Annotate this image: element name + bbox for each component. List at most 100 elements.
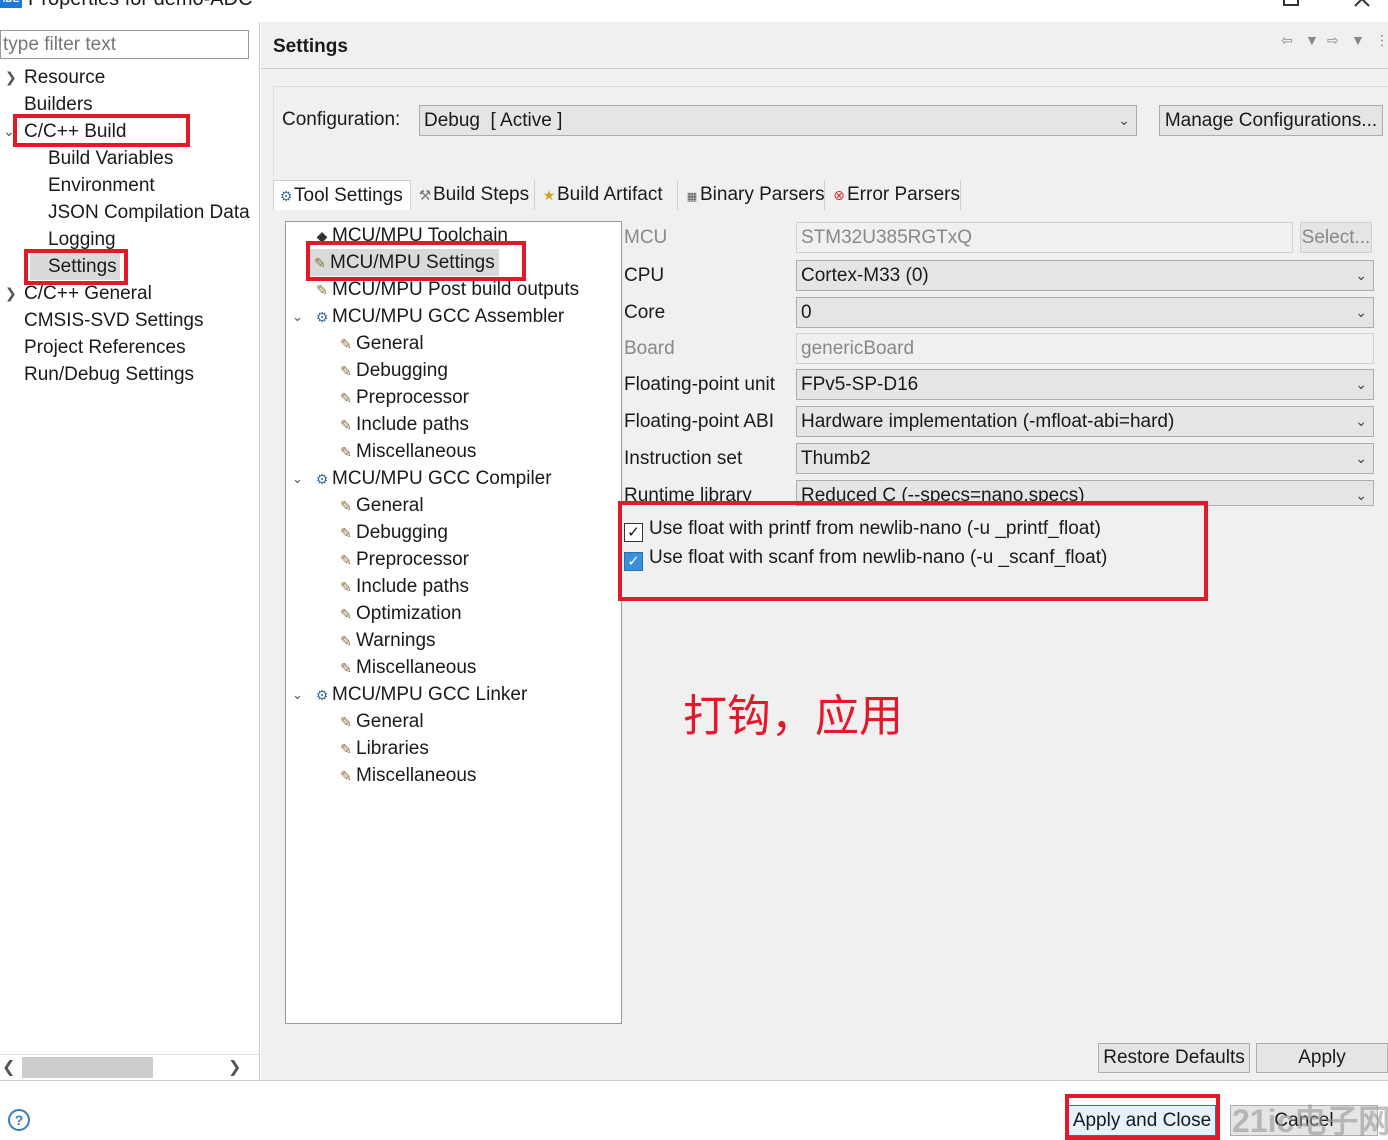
- tree-item-label: Miscellaneous: [356, 441, 477, 462]
- tab-label: Tool Settings: [294, 185, 403, 206]
- configuration-select[interactable]: Debug [ Active ] ⌄: [419, 105, 1137, 136]
- tab-tool-settings[interactable]: ⚙Tool Settings: [273, 180, 411, 210]
- tree-item-cc-warnings[interactable]: ✎ Warnings: [336, 627, 435, 654]
- restore-defaults-button[interactable]: Restore Defaults: [1098, 1043, 1250, 1073]
- configuration-label: Configuration:: [282, 109, 401, 130]
- nav-item-build-variables[interactable]: Build Variables: [48, 145, 173, 172]
- nav-item-project-references[interactable]: Project References: [24, 334, 186, 361]
- tree-item-label: MCU/MPU GCC Compiler: [332, 468, 552, 489]
- filter-input[interactable]: [0, 30, 249, 59]
- tree-item-label: General: [356, 495, 424, 516]
- tab-binary-parsers[interactable]: ▦ Binary Parsers: [680, 180, 825, 210]
- close-icon[interactable]: [1352, 0, 1372, 10]
- tree-item-ld-miscellaneous[interactable]: ✎ Miscellaneous: [336, 762, 476, 789]
- maximize-icon[interactable]: [1283, 0, 1299, 6]
- scroll-right-icon[interactable]: ❯: [228, 1055, 244, 1081]
- nav-item-json-compilation-database[interactable]: JSON Compilation Database: [48, 199, 250, 226]
- tree-item-asm-preprocessor[interactable]: ✎ Preprocessor: [336, 384, 469, 411]
- watermark: 21ic电子网: [1232, 1103, 1388, 1139]
- page-title: Settings: [273, 36, 348, 57]
- tree-item-gcc-compiler[interactable]: ⚙ MCU/MPU GCC Compiler: [312, 465, 552, 492]
- nav-item-run-debug-settings[interactable]: Run/Debug Settings: [24, 361, 194, 388]
- tree-item-cc-optimization[interactable]: ✎ Optimization: [336, 600, 461, 627]
- cpu-label: CPU: [624, 265, 665, 286]
- forward-arrow-icon[interactable]: ⇨: [1327, 32, 1339, 49]
- chevron-right-icon[interactable]: ❯: [5, 64, 19, 91]
- binary-icon: ▦: [686, 191, 698, 203]
- tree-item-ld-general[interactable]: ✎ General: [336, 708, 423, 735]
- tree-item-cc-preprocessor[interactable]: ✎ Preprocessor: [336, 546, 469, 573]
- chevron-down-icon: ⌄: [1355, 267, 1367, 283]
- tree-item-cc-debugging[interactable]: ✎ Debugging: [336, 519, 448, 546]
- tab-build-artifact[interactable]: ★Build Artifact: [537, 180, 678, 210]
- nav-item-cmsis-svd-settings[interactable]: CMSIS-SVD Settings: [24, 307, 204, 334]
- fpu-select[interactable]: FPv5-SP-D16 ⌄: [796, 369, 1374, 400]
- highlight-box-mcu-settings: [306, 241, 526, 281]
- board-label: Board: [624, 338, 675, 359]
- tree-item-asm-miscellaneous[interactable]: ✎ Miscellaneous: [336, 438, 476, 465]
- dropdown-arrow-icon[interactable]: ▼: [1351, 32, 1365, 48]
- nav-item-resource[interactable]: Resource: [24, 64, 105, 91]
- chevron-down-icon: ⌄: [1355, 487, 1367, 503]
- apply-button[interactable]: Apply: [1256, 1043, 1388, 1073]
- manage-configurations-button[interactable]: Manage Configurations...: [1159, 105, 1383, 136]
- instruction-set-label: Instruction set: [624, 448, 743, 469]
- chevron-down-icon[interactable]: ⌄: [292, 465, 306, 492]
- tree-item-asm-debugging[interactable]: ✎ Debugging: [336, 357, 448, 384]
- settings-page-icon: ✎: [340, 633, 352, 649]
- settings-page-icon: ✎: [340, 714, 352, 730]
- tree-item-asm-include-paths[interactable]: ✎ Include paths: [336, 411, 469, 438]
- select-mcu-button[interactable]: Select...: [1300, 222, 1372, 253]
- tab-label: Build Artifact: [557, 184, 663, 205]
- error-icon: ⊗: [833, 187, 845, 203]
- tree-item-cc-include-paths[interactable]: ✎ Include paths: [336, 573, 469, 600]
- core-value: 0: [801, 302, 812, 323]
- chevron-down-icon: ⌄: [1355, 376, 1367, 392]
- settings-page-icon: ✎: [340, 552, 352, 568]
- settings-page-icon: ✎: [340, 363, 352, 379]
- tree-item-asm-general[interactable]: ✎ General: [336, 330, 423, 357]
- dropdown-arrow-icon[interactable]: ▼: [1305, 32, 1319, 48]
- help-icon[interactable]: ?: [8, 1109, 30, 1131]
- scroll-left-icon[interactable]: ❮: [2, 1055, 18, 1081]
- tree-item-ld-libraries[interactable]: ✎ Libraries: [336, 735, 429, 762]
- tool-gear-icon: ⚙: [315, 687, 329, 703]
- float-abi-select[interactable]: Hardware implementation (-mfloat-abi=har…: [796, 406, 1374, 437]
- tree-item-gcc-assembler[interactable]: ⚙ MCU/MPU GCC Assembler: [312, 303, 565, 330]
- chevron-down-icon[interactable]: ⌄: [292, 681, 306, 708]
- tree-item-cc-miscellaneous[interactable]: ✎ Miscellaneous: [336, 654, 476, 681]
- mcu-field: STM32U385RGTxQ: [796, 222, 1293, 253]
- settings-page-icon: ✎: [340, 768, 352, 784]
- back-arrow-icon[interactable]: ⇦: [1281, 32, 1293, 49]
- chevron-right-icon[interactable]: ❯: [5, 280, 19, 307]
- tab-error-parsers[interactable]: ⊗ Error Parsers: [827, 180, 961, 210]
- board-field: genericBoard: [796, 333, 1374, 364]
- tree-item-label: Miscellaneous: [356, 765, 477, 786]
- settings-page-icon: ✎: [340, 390, 352, 406]
- tab-build-steps[interactable]: ⚒Build Steps: [413, 180, 535, 210]
- view-menu-icon[interactable]: ⋮: [1375, 32, 1388, 49]
- cpu-select[interactable]: Cortex-M33 (0) ⌄: [796, 260, 1374, 291]
- horizontal-scrollbar[interactable]: ❮ ❯: [0, 1054, 259, 1080]
- float-abi-label: Floating-point ABI: [624, 411, 774, 432]
- tool-gear-icon: ⚙: [315, 471, 329, 487]
- tab-label: Binary Parsers: [700, 184, 825, 205]
- chevron-down-icon: ⌄: [1355, 413, 1367, 429]
- trophy-icon: ★: [542, 187, 556, 203]
- core-select[interactable]: 0 ⌄: [796, 297, 1374, 328]
- tab-label: Build Steps: [433, 184, 530, 205]
- settings-page-icon: ✎: [340, 579, 352, 595]
- settings-page-icon: ✎: [316, 282, 328, 298]
- tree-item-cc-general[interactable]: ✎ General: [336, 492, 424, 519]
- tree-item-gcc-linker[interactable]: ⚙ MCU/MPU GCC Linker: [312, 681, 528, 708]
- instruction-set-value: Thumb2: [801, 448, 871, 469]
- fpu-value: FPv5-SP-D16: [801, 374, 919, 395]
- wrench-icon: ⚒: [418, 187, 432, 203]
- page-header: Settings ⇦ ▼ ⇨ ▼ ⋮: [261, 22, 1388, 69]
- tree-item-label: Debugging: [356, 522, 448, 543]
- property-nav-pane: ❯ Resource Builders ⌄ C/C++ Build Build …: [0, 22, 260, 1080]
- scroll-thumb[interactable]: [22, 1057, 153, 1078]
- instruction-set-select[interactable]: Thumb2 ⌄: [796, 443, 1374, 474]
- chevron-down-icon[interactable]: ⌄: [292, 303, 306, 330]
- nav-item-environment[interactable]: Environment: [48, 172, 155, 199]
